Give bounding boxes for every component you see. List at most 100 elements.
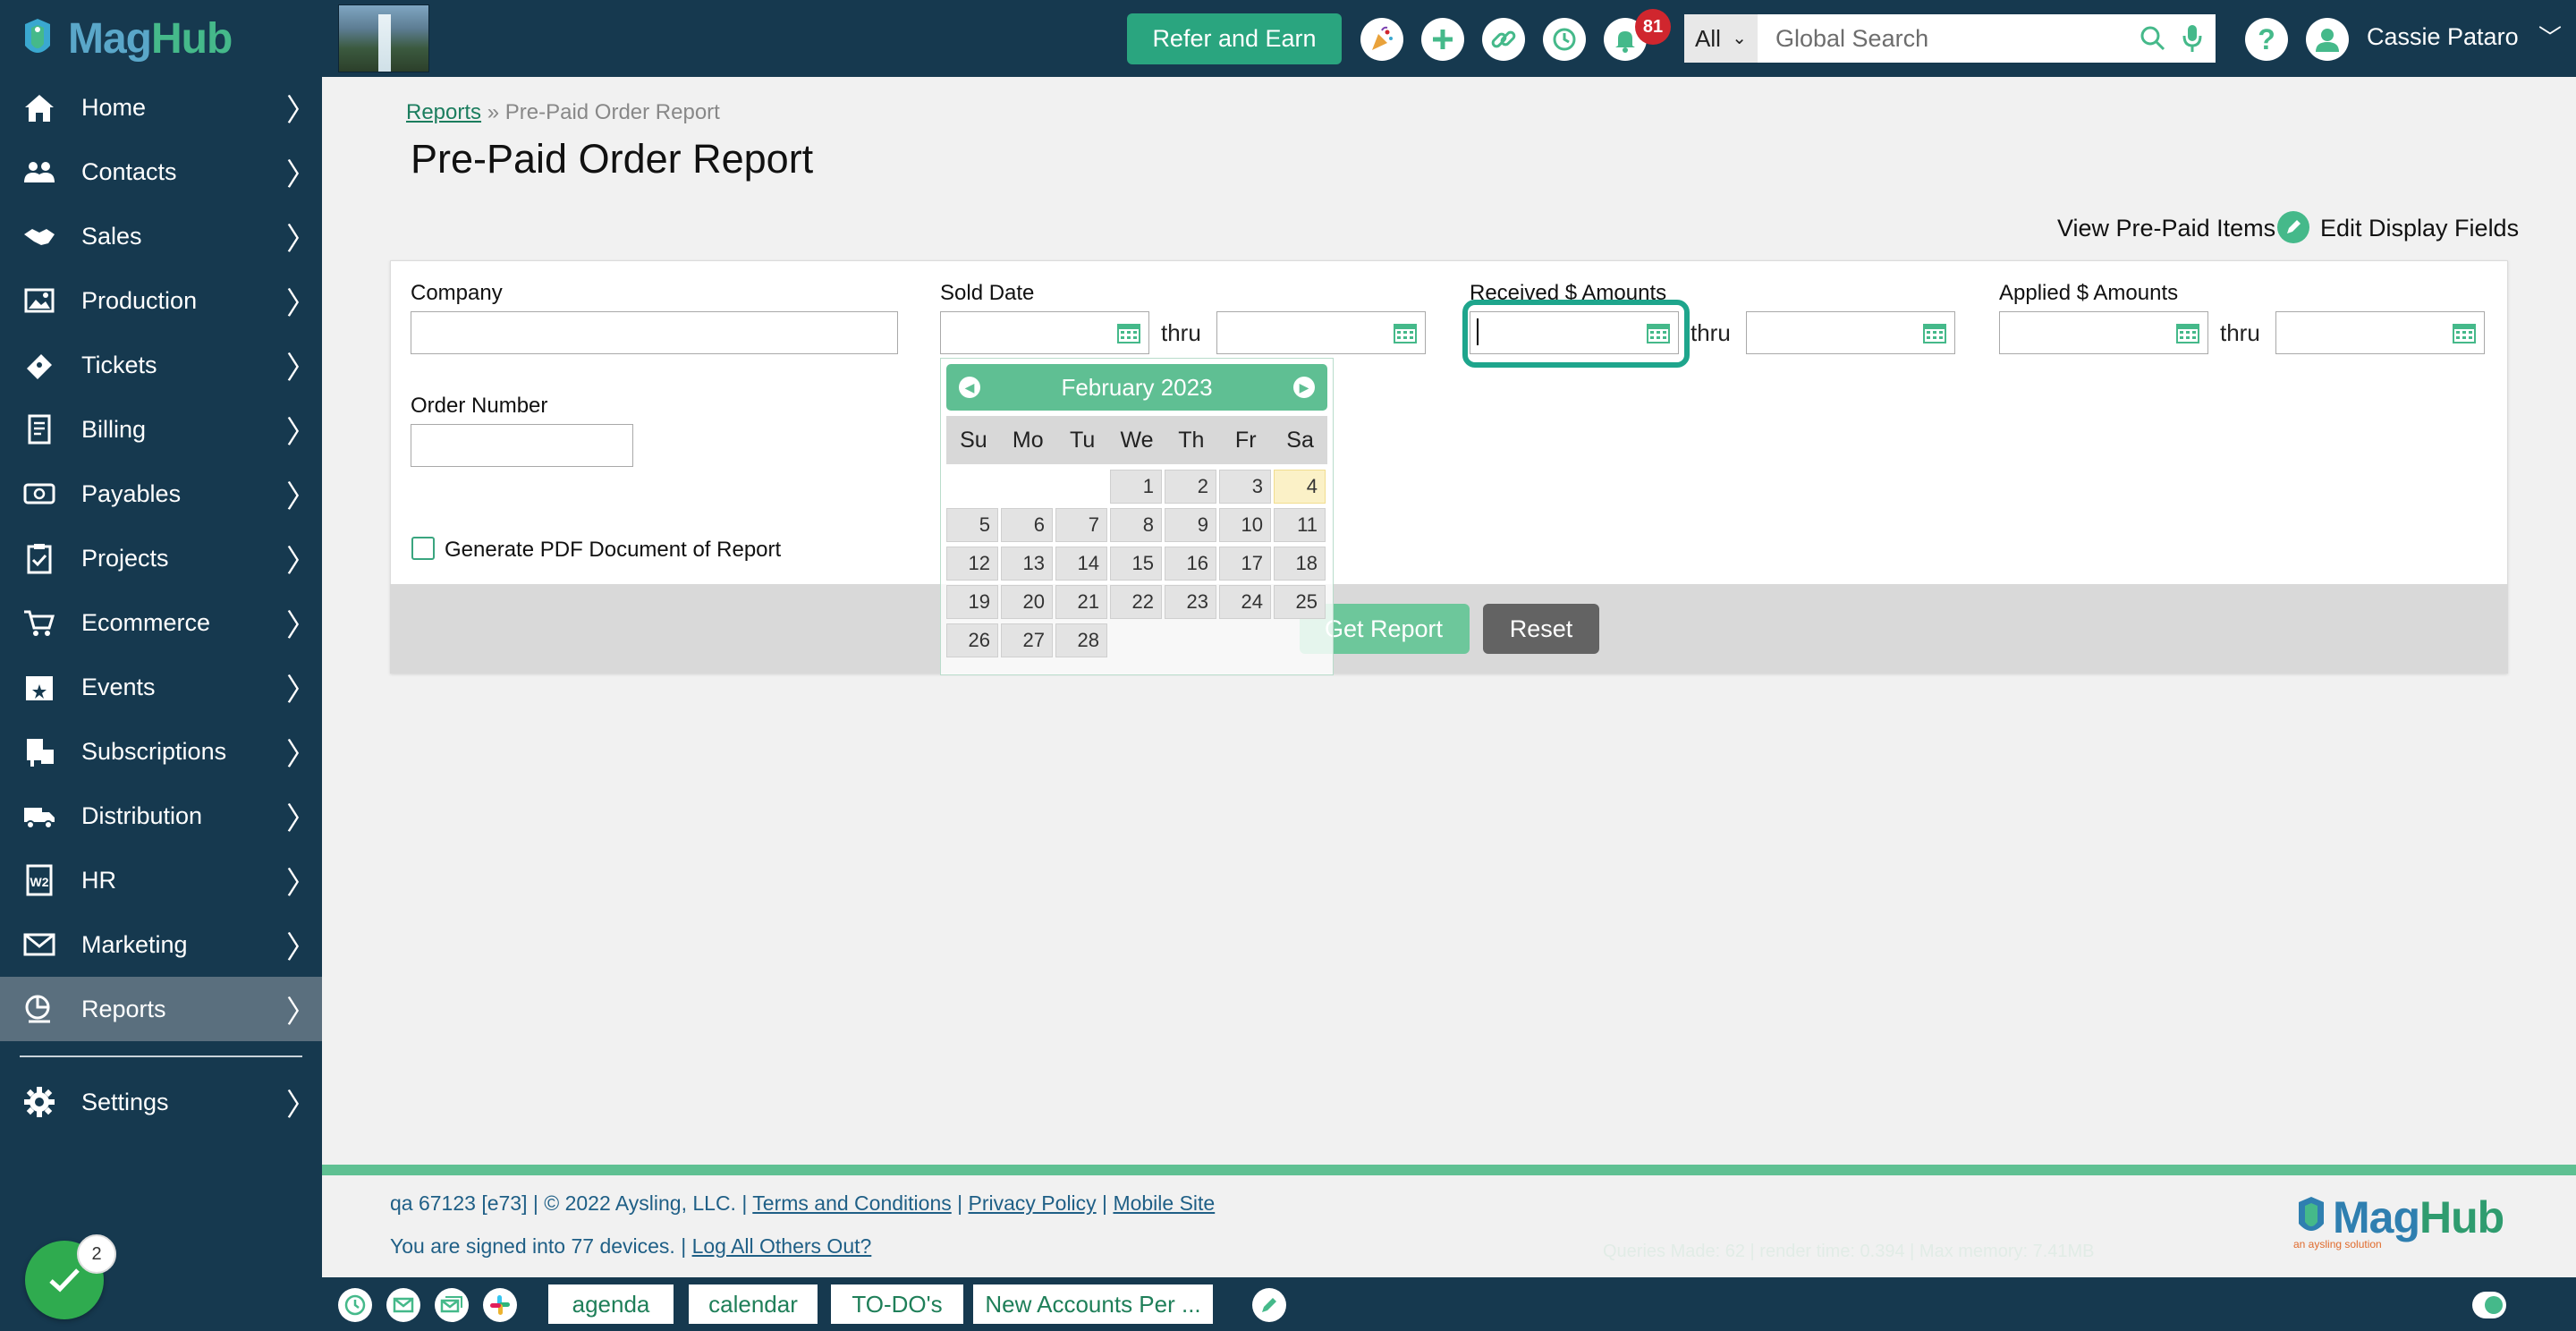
prev-month-icon[interactable]: ◀: [959, 377, 980, 398]
applied-amount-from-input[interactable]: [1999, 311, 2208, 354]
sidebar-item-events[interactable]: Events 〉: [0, 655, 322, 719]
datepicker-day[interactable]: 7: [1055, 508, 1107, 542]
calendar-icon[interactable]: [1922, 321, 1947, 344]
generate-pdf-checkbox[interactable]: [411, 537, 435, 560]
datepicker-day[interactable]: 28: [1055, 623, 1107, 657]
tab-todos[interactable]: TO-DO's: [831, 1284, 963, 1324]
calendar-icon[interactable]: [1393, 321, 1418, 344]
help-icon[interactable]: ?: [2245, 18, 2288, 61]
datepicker-day[interactable]: 1: [1110, 470, 1162, 504]
chevron-right-icon[interactable]: 〉: [286, 601, 317, 645]
sidebar-item-sales[interactable]: Sales 〉: [0, 204, 322, 268]
maghub-logo[interactable]: MagHub: [20, 9, 233, 68]
datepicker-day[interactable]: 16: [1165, 547, 1216, 581]
sidebar-item-home[interactable]: Home 〉: [0, 75, 322, 140]
chevron-right-icon[interactable]: 〉: [286, 859, 317, 903]
datepicker-day[interactable]: 21: [1055, 585, 1107, 619]
sidebar-item-hr[interactable]: W2 HR 〉: [0, 848, 322, 912]
datepicker-day[interactable]: 11: [1274, 508, 1326, 542]
chevron-right-icon[interactable]: 〉: [286, 150, 317, 194]
search-scope-select[interactable]: All ⌄: [1684, 14, 1758, 63]
pencil-icon[interactable]: [1252, 1288, 1286, 1322]
datepicker-day[interactable]: 26: [946, 623, 998, 657]
user-menu-chevron-icon[interactable]: ﹀: [2538, 20, 2562, 53]
tab-new-accounts[interactable]: New Accounts Per ...: [973, 1284, 1213, 1324]
history-icon[interactable]: [1543, 18, 1586, 61]
generate-pdf-label[interactable]: Generate PDF Document of Report: [445, 538, 781, 563]
chevron-right-icon[interactable]: 〉: [286, 730, 317, 774]
datepicker-day[interactable]: 27: [1001, 623, 1053, 657]
datepicker-day[interactable]: 22: [1110, 585, 1162, 619]
chevron-right-icon[interactable]: 〉: [286, 279, 317, 323]
mail-icon[interactable]: [386, 1288, 420, 1322]
sidebar-item-payables[interactable]: Payables 〉: [0, 462, 322, 526]
chevron-right-icon[interactable]: 〉: [286, 794, 317, 838]
mobile-site-link[interactable]: Mobile Site: [1113, 1191, 1215, 1215]
tab-calendar[interactable]: calendar: [689, 1284, 818, 1324]
sidebar-item-marketing[interactable]: Marketing 〉: [0, 912, 322, 977]
datepicker-day[interactable]: 13: [1001, 547, 1053, 581]
datepicker-day[interactable]: 10: [1219, 508, 1271, 542]
chevron-right-icon[interactable]: 〉: [286, 537, 317, 581]
datepicker-day[interactable]: 17: [1219, 547, 1271, 581]
sold-date-from-input[interactable]: [940, 311, 1149, 354]
datepicker-day[interactable]: 15: [1110, 547, 1162, 581]
datepicker-day[interactable]: 9: [1165, 508, 1216, 542]
calendar-icon[interactable]: [1116, 321, 1141, 344]
sidebar-item-tickets[interactable]: Tickets 〉: [0, 333, 322, 397]
datepicker-day[interactable]: 20: [1001, 585, 1053, 619]
search-icon[interactable]: [2140, 25, 2166, 52]
edit-display-fields-link[interactable]: Edit Display Fields: [2279, 215, 2519, 242]
toolbar-toggle-switch[interactable]: [2472, 1292, 2506, 1318]
user-name[interactable]: Cassie Pataro: [2367, 23, 2519, 51]
chevron-right-icon[interactable]: 〉: [286, 472, 317, 516]
datepicker-day[interactable]: 12: [946, 547, 998, 581]
chevron-right-icon[interactable]: 〉: [286, 666, 317, 709]
tab-agenda[interactable]: agenda: [548, 1284, 674, 1324]
chevron-right-icon[interactable]: 〉: [286, 1081, 317, 1124]
terms-link[interactable]: Terms and Conditions: [752, 1191, 951, 1215]
mass-email-icon[interactable]: [435, 1288, 469, 1322]
sidebar-item-production[interactable]: Production 〉: [0, 268, 322, 333]
datepicker-day[interactable]: 14: [1055, 547, 1107, 581]
chevron-right-icon[interactable]: 〉: [286, 215, 317, 259]
datepicker-day[interactable]: 5: [946, 508, 998, 542]
clock-icon[interactable]: [338, 1288, 372, 1322]
sidebar-item-ecommerce[interactable]: Ecommerce 〉: [0, 590, 322, 655]
slack-icon[interactable]: [483, 1288, 517, 1322]
sidebar-item-billing[interactable]: Billing 〉: [0, 397, 322, 462]
datepicker-day[interactable]: 2: [1165, 470, 1216, 504]
chevron-right-icon[interactable]: 〉: [286, 923, 317, 967]
log-out-others-link[interactable]: Log All Others Out?: [692, 1234, 872, 1258]
company-input[interactable]: [411, 311, 898, 354]
refer-and-earn-button[interactable]: Refer and Earn: [1127, 13, 1342, 64]
datepicker-day[interactable]: 24: [1219, 585, 1271, 619]
microphone-icon[interactable]: [2182, 23, 2202, 54]
datepicker-day[interactable]: 25: [1274, 585, 1326, 619]
plus-icon[interactable]: [1421, 18, 1464, 61]
next-month-icon[interactable]: ▶: [1293, 377, 1315, 398]
user-avatar-icon[interactable]: [2306, 18, 2349, 61]
applied-amount-to-input[interactable]: [2275, 311, 2485, 354]
chevron-right-icon[interactable]: 〉: [286, 408, 317, 452]
link-icon[interactable]: [1482, 18, 1525, 61]
received-amount-to-input[interactable]: [1746, 311, 1955, 354]
datepicker-day[interactable]: 4: [1274, 470, 1326, 504]
sidebar-item-reports[interactable]: Reports 〉: [0, 977, 322, 1041]
chevron-right-icon[interactable]: 〉: [286, 988, 317, 1031]
datepicker-day[interactable]: 19: [946, 585, 998, 619]
sidebar-item-subscriptions[interactable]: Subscriptions 〉: [0, 719, 322, 784]
sidebar-item-distribution[interactable]: Distribution 〉: [0, 784, 322, 848]
datepicker-day[interactable]: 18: [1274, 547, 1326, 581]
reset-button[interactable]: Reset: [1483, 604, 1599, 654]
breadcrumb-reports-link[interactable]: Reports: [406, 100, 481, 124]
sidebar-item-settings[interactable]: Settings 〉: [0, 1070, 322, 1134]
view-prepaid-items-link[interactable]: View Pre-Paid Items: [2057, 215, 2275, 242]
party-popper-icon[interactable]: [1360, 18, 1403, 61]
sold-date-to-input[interactable]: [1216, 311, 1426, 354]
datepicker-day[interactable]: 3: [1219, 470, 1271, 504]
calendar-icon[interactable]: [2452, 321, 2477, 344]
chevron-right-icon[interactable]: 〉: [286, 343, 317, 387]
header-photo[interactable]: [338, 4, 429, 72]
privacy-link[interactable]: Privacy Policy: [969, 1191, 1097, 1215]
